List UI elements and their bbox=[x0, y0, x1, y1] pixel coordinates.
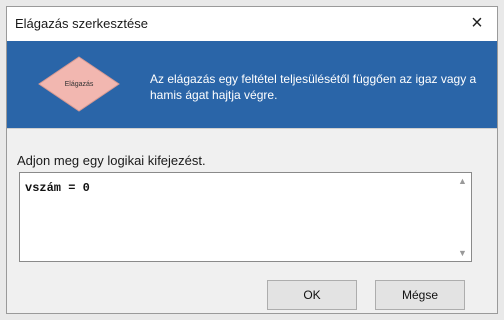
title-bar: Elágazás szerkesztése × bbox=[7, 7, 497, 41]
ok-button[interactable]: OK bbox=[267, 280, 357, 310]
info-banner: Elágazás Az elágazás egy feltétel teljes… bbox=[7, 41, 497, 128]
expression-prompt: Adjon meg egy logikai kifejezést. bbox=[17, 153, 206, 168]
vertical-scrollbar[interactable]: ▲ ▼ bbox=[454, 173, 471, 261]
expression-value[interactable]: vszám = 0 bbox=[25, 181, 90, 195]
chevron-up-icon[interactable]: ▲ bbox=[454, 173, 471, 189]
expression-editor[interactable]: vszám = 0 ▲ ▼ bbox=[19, 172, 472, 262]
branch-diamond-icon: Elágazás bbox=[37, 55, 121, 113]
diamond-label: Elágazás bbox=[64, 80, 94, 88]
close-icon[interactable]: × bbox=[463, 9, 491, 37]
cancel-button[interactable]: Mégse bbox=[375, 280, 465, 310]
banner-description: Az elágazás egy feltétel teljesülésétől … bbox=[150, 72, 477, 102]
dialog-title: Elágazás szerkesztése bbox=[15, 16, 148, 31]
dialog-window: Elágazás szerkesztése × Elágazás Az elág… bbox=[6, 6, 498, 314]
chevron-down-icon[interactable]: ▼ bbox=[454, 245, 471, 261]
divider bbox=[7, 128, 497, 129]
